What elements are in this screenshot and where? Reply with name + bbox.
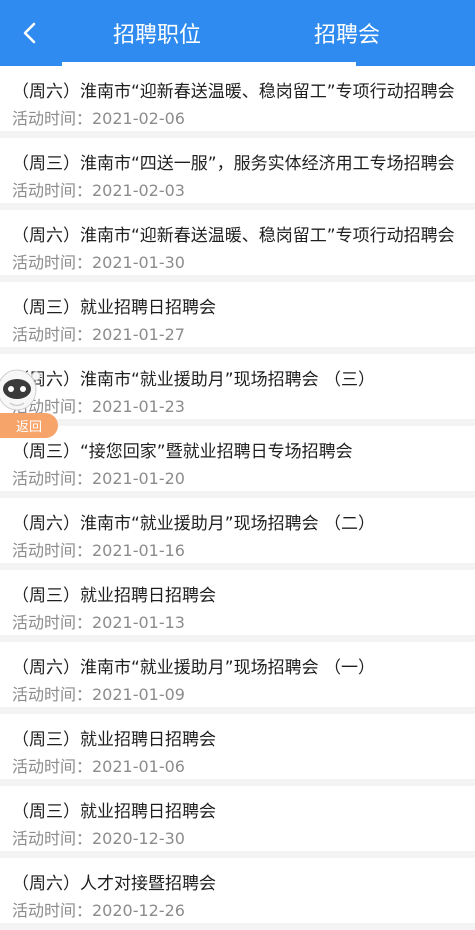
tab-job-positions[interactable]: 招聘职位 (62, 0, 252, 66)
fair-title: （周三）就业招聘日招聘会 (12, 802, 216, 822)
list-item[interactable]: （周三）“接您回家”暨就业招聘日专场招聘会 活动时间：2021-01-20 (0, 426, 475, 491)
chevron-left-icon (23, 22, 36, 44)
list-item[interactable]: （周六）淮南市“就业援助月”现场招聘会 （二） 活动时间：2021-01-16 (0, 498, 475, 563)
list-item[interactable]: （周六）淮南市“迎新春送温暖、稳岗留工”专项行动招聘会 活动时间：2021-02… (0, 66, 475, 131)
list-item[interactable]: （周六）淮南市“就业援助月”现场招聘会 （一） 活动时间：2021-01-09 (0, 642, 475, 707)
fair-time: 活动时间：2021-01-20 (12, 469, 185, 488)
top-nav-bar: 招聘职位 招聘会 (0, 0, 475, 66)
list-item[interactable]: （周三）淮南市“四送一服”，服务实体经济用工专场招聘会 活动时间：2021-02… (0, 138, 475, 203)
back-button[interactable] (14, 14, 44, 52)
list-item[interactable]: （周三）就业招聘日招聘会 活动时间：2021-01-13 (0, 570, 475, 635)
return-label: 返回 (15, 420, 42, 435)
fair-title: （周三）就业招聘日招聘会 (12, 298, 216, 318)
fair-title: （周六）淮南市“就业援助月”现场招聘会 （三） (12, 370, 376, 390)
list-item[interactable]: （周三）就业招聘日招聘会 活动时间：2021-01-27 (0, 282, 475, 347)
return-button[interactable]: 返回 (0, 413, 58, 438)
fair-time: 活动时间：2021-01-09 (12, 685, 185, 704)
mascot-robot-icon[interactable] (0, 368, 44, 414)
list-item[interactable]: （周六）人才对接暨招聘会 活动时间：2020-12-26 (0, 858, 475, 923)
fair-time: 活动时间：2021-01-27 (12, 325, 185, 344)
fair-time: 活动时间：2021-01-13 (12, 613, 185, 632)
fair-title: （周六）淮南市“就业援助月”现场招聘会 （一） (12, 658, 376, 678)
list-item[interactable]: （周六）淮南市“就业援助月”现场招聘会 （三） 活动时间：2021-01-23 (0, 354, 475, 419)
fair-time: 活动时间：2021-02-06 (12, 109, 185, 128)
list-item[interactable]: （周三）就业招聘日招聘会 活动时间：2021-01-06 (0, 714, 475, 779)
fair-title: （周六）人才对接暨招聘会 (12, 874, 216, 894)
fair-title: （周三）就业招聘日招聘会 (12, 730, 216, 750)
fair-title: （周三）淮南市“四送一服”，服务实体经济用工专场招聘会 (12, 154, 455, 174)
fair-title: （周六）淮南市“就业援助月”现场招聘会 （二） (12, 514, 376, 534)
fair-time: 活动时间：2021-01-30 (12, 253, 185, 272)
fair-title: （周六）淮南市“迎新春送温暖、稳岗留工”专项行动招聘会 (12, 226, 455, 246)
tab-job-positions-label: 招聘职位 (112, 23, 201, 48)
list-item[interactable]: （周六）淮南市“迎新春送温暖、稳岗留工”专项行动招聘会 活动时间：2021-01… (0, 210, 475, 275)
fair-time: 活动时间：2020-12-30 (12, 829, 185, 848)
fair-title: （周三）“接您回家”暨就业招聘日专场招聘会 (12, 442, 353, 462)
job-fair-list: （周六）淮南市“迎新春送温暖、稳岗留工”专项行动招聘会 活动时间：2021-02… (0, 66, 475, 930)
tab-job-fairs[interactable]: 招聘会 (252, 0, 442, 66)
fair-time: 活动时间：2021-01-06 (12, 757, 185, 776)
fair-time: 活动时间：2020-12-26 (12, 901, 185, 920)
fair-title: （周三）就业招聘日招聘会 (12, 586, 216, 606)
floating-assistant[interactable]: 返回 (0, 368, 60, 440)
fair-time: 活动时间：2021-01-16 (12, 541, 185, 560)
tab-job-fairs-label: 招聘会 (313, 23, 380, 48)
fair-title: （周六）淮南市“迎新春送温暖、稳岗留工”专项行动招聘会 (12, 82, 455, 102)
list-item[interactable]: （周三）就业招聘日招聘会 活动时间：2020-12-30 (0, 786, 475, 851)
fair-time: 活动时间：2021-02-03 (12, 181, 185, 200)
